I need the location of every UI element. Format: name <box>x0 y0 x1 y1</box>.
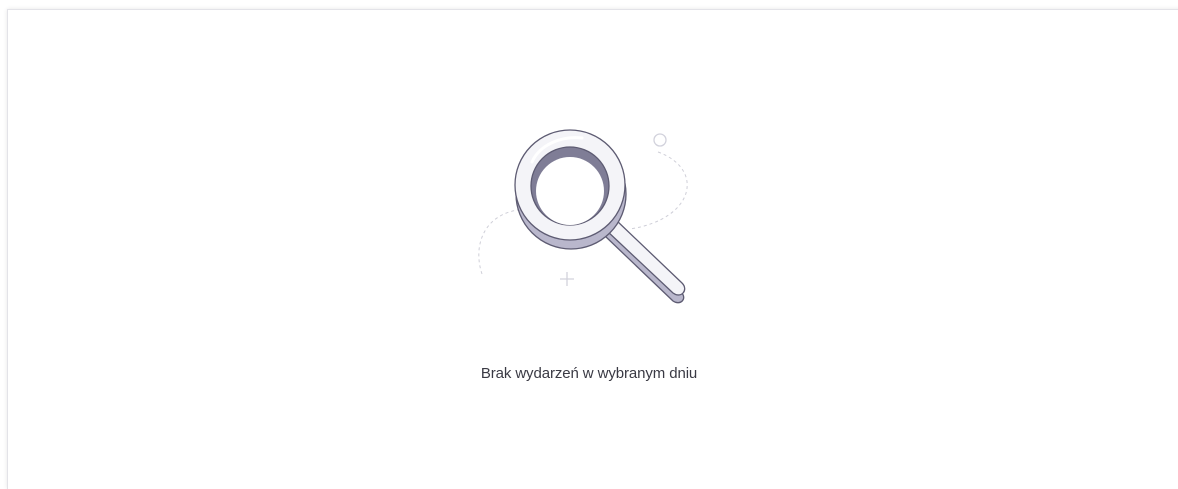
decor-plus <box>560 272 574 286</box>
handle <box>605 219 686 296</box>
decor-circle <box>653 133 667 147</box>
lens <box>536 157 604 225</box>
decor-dashed-arc-right <box>629 151 688 230</box>
empty-state-message: Brak wydarzeń w wybranym dniu <box>480 365 698 382</box>
search-icon <box>478 129 688 304</box>
empty-state: Brak wydarzeń w wybranym dniu <box>0 0 1178 478</box>
